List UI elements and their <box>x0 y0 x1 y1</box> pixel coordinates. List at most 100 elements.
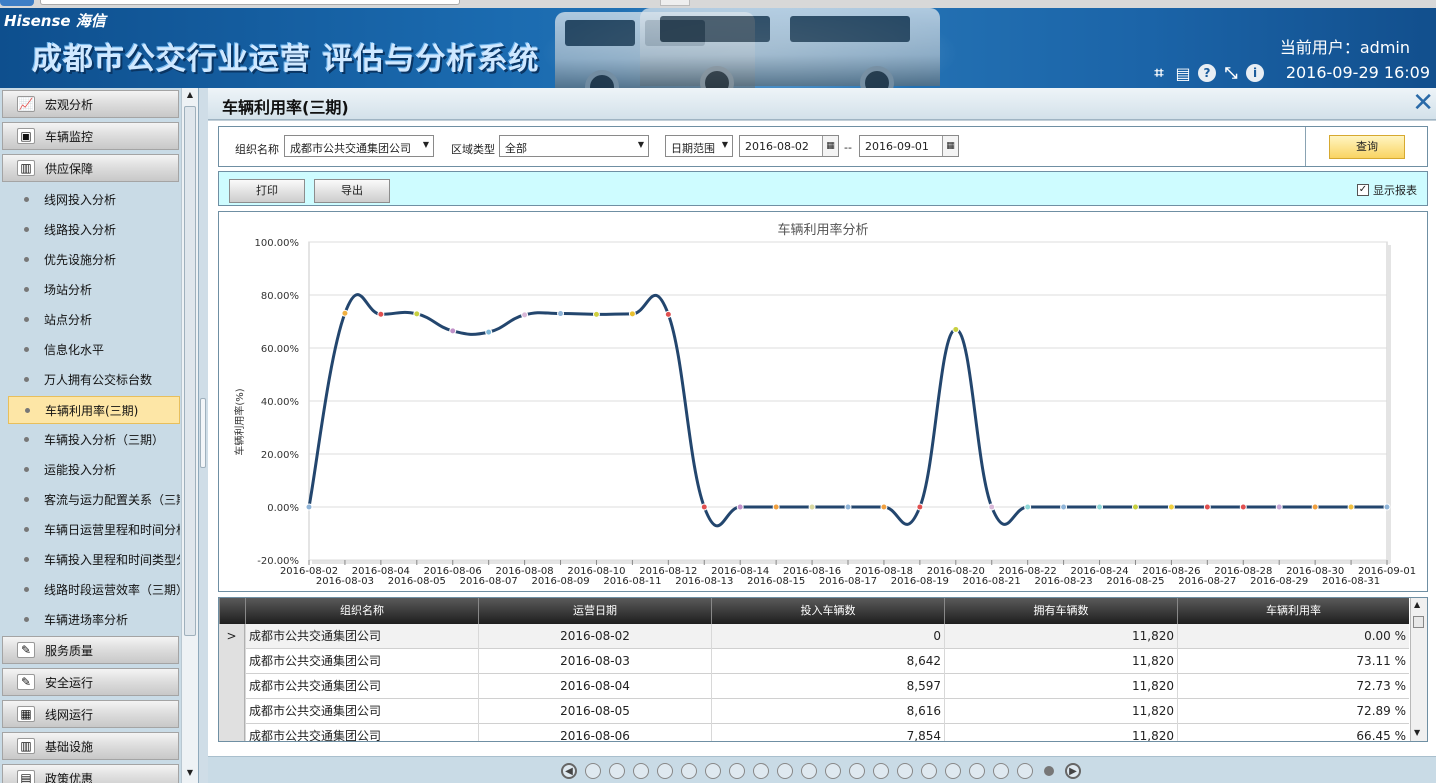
pager-page-dot[interactable] <box>825 763 841 779</box>
column-header-utilization[interactable]: 车辆利用率 <box>1177 598 1409 624</box>
crop-icon[interactable]: ⌗ <box>1150 63 1168 82</box>
column-header-owned-vehicles[interactable]: 拥有车辆数 <box>944 598 1177 624</box>
chart-data-point[interactable] <box>1275 503 1283 511</box>
sidebar-item-route-input[interactable]: 线路投入分析 <box>8 216 180 242</box>
pager-page-dot[interactable] <box>681 763 697 779</box>
calendar-icon[interactable]: ▦ <box>942 136 958 156</box>
chart-data-point[interactable] <box>557 310 565 318</box>
pager-page-dot[interactable] <box>801 763 817 779</box>
scroll-up-icon[interactable]: ▲ <box>1414 600 1420 609</box>
pager-next-icon[interactable]: ▶ <box>1065 763 1081 779</box>
org-select[interactable]: 成都市公共交通集团公司 ▼ <box>284 135 434 157</box>
chart-data-point[interactable] <box>1060 503 1068 511</box>
pager-page-dot[interactable] <box>969 763 985 779</box>
row-selector[interactable] <box>219 699 245 724</box>
chart-data-point[interactable] <box>916 503 924 511</box>
pager-page-dot[interactable] <box>729 763 745 779</box>
close-icon[interactable]: ✕ <box>1412 90 1434 116</box>
checkmark-icon[interactable]: ✓ <box>1357 184 1369 196</box>
sidebar-item-depot[interactable]: 场站分析 <box>8 276 180 302</box>
chart-data-point[interactable] <box>880 503 888 511</box>
pager-page-dot[interactable] <box>945 763 961 779</box>
scroll-down-icon[interactable]: ▼ <box>1414 728 1420 737</box>
chart-data-point[interactable] <box>485 328 493 336</box>
chart-data-point[interactable] <box>1203 503 1211 511</box>
chart-data-point[interactable] <box>1347 503 1355 511</box>
chart-data-point[interactable] <box>1131 503 1139 511</box>
chart-data-point[interactable] <box>1311 503 1319 511</box>
menu-group-safety[interactable]: ✎ 安全运行 <box>2 668 179 696</box>
pager-page-dot[interactable] <box>993 763 1009 779</box>
sidebar-item-daily-mileage[interactable]: 车辆日运营里程和时间分析 <box>8 516 180 542</box>
sidebar-item-entry-rate[interactable]: 车辆进场率分析 <box>8 606 180 632</box>
info-icon[interactable]: i <box>1246 64 1264 82</box>
sidebar-item-passenger-capacity[interactable]: 客流与运力配置关系（三期） <box>8 486 180 512</box>
pager-page-dot[interactable] <box>609 763 625 779</box>
chart-data-point[interactable] <box>808 503 816 511</box>
pager-page-dot[interactable] <box>1044 766 1054 776</box>
chart-data-point[interactable] <box>305 503 313 511</box>
pager-page-dot[interactable] <box>705 763 721 779</box>
browser-button[interactable] <box>0 0 34 6</box>
chart-data-point[interactable] <box>628 310 636 318</box>
menu-group-infrastructure[interactable]: ▥ 基础设施 <box>2 732 179 760</box>
table-scrollbar[interactable]: ▲ ▼ <box>1410 598 1427 741</box>
sidebar-scroll-thumb[interactable] <box>184 106 196 636</box>
chart-data-point[interactable] <box>341 309 349 317</box>
date-mode-select[interactable]: 日期范围 ▼ <box>665 135 733 157</box>
pager-page-dot[interactable] <box>1017 763 1033 779</box>
browser-address-bar[interactable] <box>40 0 460 5</box>
chart-data-point[interactable] <box>449 327 457 335</box>
splitter-handle[interactable] <box>200 398 206 468</box>
chart-data-point[interactable] <box>772 503 780 511</box>
menu-group-supply[interactable]: ▥ 供应保障 <box>2 154 179 182</box>
date-from-input[interactable]: 2016-08-02 ▦ <box>739 135 839 157</box>
sidebar-item-network-input[interactable]: 线网投入分析 <box>8 186 180 212</box>
sidebar-item-vehicle-input[interactable]: 车辆投入分析（三期） <box>8 426 180 452</box>
chart-data-point[interactable] <box>1096 503 1104 511</box>
pager-page-dot[interactable] <box>921 763 937 779</box>
pager-page-dot[interactable] <box>753 763 769 779</box>
chart-data-point[interactable] <box>413 310 421 318</box>
menu-group-monitor[interactable]: ▣ 车辆监控 <box>2 122 179 150</box>
sidebar-item-capacity-input[interactable]: 运能投入分析 <box>8 456 180 482</box>
table-row[interactable]: 成都市公共交通集团公司 2016-08-03 8,642 11,820 73.11 % <box>219 649 1409 674</box>
print-button[interactable]: 打印 <box>229 179 305 203</box>
date-to-input[interactable]: 2016-09-01 ▦ <box>859 135 959 157</box>
sidebar-item-mileage-time-type[interactable]: 车辆投入里程和时间类型分析 <box>8 546 180 572</box>
chart-data-point[interactable] <box>521 311 529 319</box>
help-icon[interactable]: ? <box>1198 64 1216 82</box>
sidebar-item-route-period-efficiency[interactable]: 线路时段运营效率（三期） <box>8 576 180 602</box>
column-header-org[interactable]: 组织名称 <box>245 598 478 624</box>
table-scroll-thumb[interactable] <box>1413 616 1424 628</box>
chart-data-point[interactable] <box>700 503 708 511</box>
sidebar-item-stop[interactable]: 站点分析 <box>8 306 180 332</box>
sidebar-item-vehicle-utilization[interactable]: 车辆利用率(三期) <box>8 396 180 424</box>
browser-tab[interactable] <box>660 0 690 6</box>
chart-data-point[interactable] <box>377 310 385 318</box>
pager-page-dot[interactable] <box>873 763 889 779</box>
chart-data-point[interactable] <box>1239 503 1247 511</box>
chart-data-point[interactable] <box>1383 503 1391 511</box>
export-button[interactable]: 导出 <box>314 179 390 203</box>
chart-data-point[interactable] <box>1024 503 1032 511</box>
pager-page-dot[interactable] <box>897 763 913 779</box>
chart-data-point[interactable] <box>844 503 852 511</box>
pager-page-dot[interactable] <box>633 763 649 779</box>
sidebar-item-priority-facility[interactable]: 优先设施分析 <box>8 246 180 272</box>
row-selector[interactable] <box>219 649 245 674</box>
scroll-down-icon[interactable]: ▼ <box>184 768 196 780</box>
show-report-checkbox[interactable]: ✓ 显示报表 <box>1357 182 1417 198</box>
sidebar-splitter[interactable] <box>199 88 208 783</box>
sidebar-item-buses-per-10k[interactable]: 万人拥有公交标台数 <box>8 366 180 392</box>
row-selector[interactable] <box>219 724 245 741</box>
calendar-icon[interactable]: ▦ <box>822 136 838 156</box>
pager-page-dot[interactable] <box>585 763 601 779</box>
table-row[interactable]: 成都市公共交通集团公司 2016-08-06 7,854 11,820 66.45 % <box>219 724 1409 741</box>
menu-group-service-quality[interactable]: ✎ 服务质量 <box>2 636 179 664</box>
column-header-input-vehicles[interactable]: 投入车辆数 <box>711 598 944 624</box>
pager-page-dot[interactable] <box>777 763 793 779</box>
pager-page-dot[interactable] <box>657 763 673 779</box>
scroll-up-icon[interactable]: ▲ <box>184 90 196 102</box>
pager-page-dot[interactable] <box>849 763 865 779</box>
